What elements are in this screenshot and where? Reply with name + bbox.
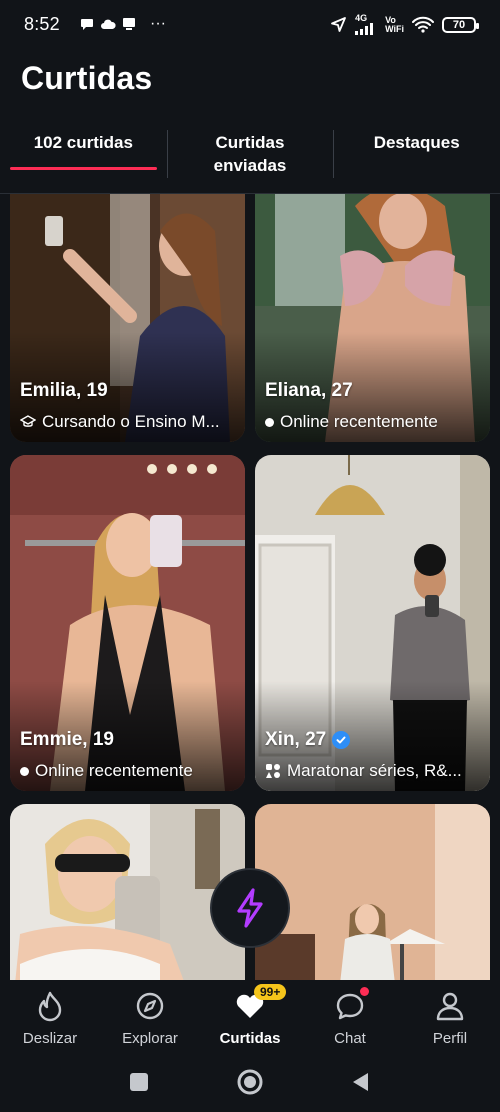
profile-name: Xin, 27 [265, 729, 351, 751]
likes-count-badge: 99+ [254, 984, 287, 1000]
message-icon [81, 19, 93, 30]
tab-sent-likes[interactable]: Curtidas enviadas [166, 118, 334, 193]
page-title: Curtidas [21, 60, 153, 96]
image-notification-icon [123, 18, 135, 30]
back-button-icon[interactable] [350, 1071, 372, 1093]
nav-swipe[interactable]: Deslizar [0, 980, 100, 1052]
online-dot-icon [20, 766, 29, 776]
tab-highlights-label: Destaques [373, 133, 460, 152]
likes-grid: Emilia, 19 Cursando o Ensino M... Eliana… [0, 194, 500, 980]
profile-name: Emmie, 19 [20, 729, 114, 750]
signal-bars-icon [355, 23, 374, 35]
tabs-bar: 102 curtidas Curtidas enviadas Destaques [0, 118, 500, 194]
profile-photo [255, 804, 490, 980]
boost-button[interactable] [210, 868, 290, 948]
profile-card[interactable] [10, 804, 245, 980]
signal-4g: 4G [355, 14, 377, 35]
profile-photo [10, 804, 245, 980]
more-notifications: ··· [150, 15, 166, 32]
tab-likes[interactable]: 102 curtidas [0, 118, 167, 193]
nav-likes[interactable]: 99+ Curtidas [200, 980, 300, 1052]
profile-name: Eliana, 27 [265, 380, 353, 401]
profile-card[interactable]: Emmie, 19 Online recentemente [10, 455, 245, 791]
volte-indicator: Vo WiFi [385, 14, 404, 34]
profile-card[interactable] [255, 804, 490, 980]
profile-card[interactable]: Emilia, 19 Cursando o Ensino M... [10, 194, 245, 442]
nav-chat-label: Chat [334, 1030, 366, 1047]
flame-icon [38, 991, 62, 1022]
status-time: 8:52 [24, 14, 60, 34]
profile-card[interactable]: Xin, 27 Maratonar séries, R&... [255, 455, 490, 791]
nav-chat[interactable]: Chat [300, 980, 400, 1052]
graduation-cap-icon [20, 415, 36, 427]
nav-explore[interactable]: Explorar [100, 980, 200, 1052]
nav-swipe-label: Deslizar [22, 1030, 78, 1047]
likes-screen: 8:52 ··· 4G Vo WiFi 70 Curtidas 102 curt… [0, 0, 500, 1112]
nav-explore-label: Explorar [122, 1030, 178, 1047]
wifi-icon [412, 16, 434, 33]
recents-button-icon[interactable] [128, 1071, 150, 1093]
profile-icon [436, 992, 464, 1021]
tab-likes-label: 102 curtidas [33, 133, 133, 152]
verified-badge-icon [332, 731, 351, 749]
profile-name: Emilia, 19 [20, 380, 108, 401]
nav-profile-label: Perfil [432, 1030, 468, 1047]
online-dot-icon [265, 417, 274, 427]
tab-sent-likes-label: Curtidas enviadas [213, 133, 287, 175]
battery-icon: 70 [442, 16, 479, 33]
profile-subtitle: Maratonar séries, R&... [265, 761, 482, 781]
profile-card[interactable]: Eliana, 27 Online recentemente [255, 194, 490, 442]
cloud-icon [101, 19, 116, 29]
tab-highlights[interactable]: Destaques [333, 118, 500, 193]
location-icon [331, 17, 346, 32]
status-bar: 8:52 ··· 4G Vo WiFi 70 [0, 0, 500, 50]
system-icons: 4G Vo WiFi 70 [330, 14, 479, 35]
profile-subtitle: Online recentemente [20, 761, 237, 781]
compass-icon [136, 992, 164, 1020]
bottom-navigation: Deslizar Explorar 99+ Curtidas Chat Perf… [0, 980, 500, 1052]
home-button-icon[interactable] [236, 1068, 264, 1096]
chat-notification-dot [360, 987, 369, 996]
notification-icons: ··· [80, 15, 166, 33]
interests-icon [266, 764, 280, 778]
nav-profile[interactable]: Perfil [400, 980, 500, 1052]
profile-subtitle: Cursando o Ensino M... [20, 412, 237, 432]
system-navigation-bar [0, 1052, 500, 1112]
lightning-bolt-icon [237, 888, 263, 928]
nav-likes-label: Curtidas [219, 1030, 281, 1047]
profile-subtitle: Online recentemente [265, 412, 482, 432]
